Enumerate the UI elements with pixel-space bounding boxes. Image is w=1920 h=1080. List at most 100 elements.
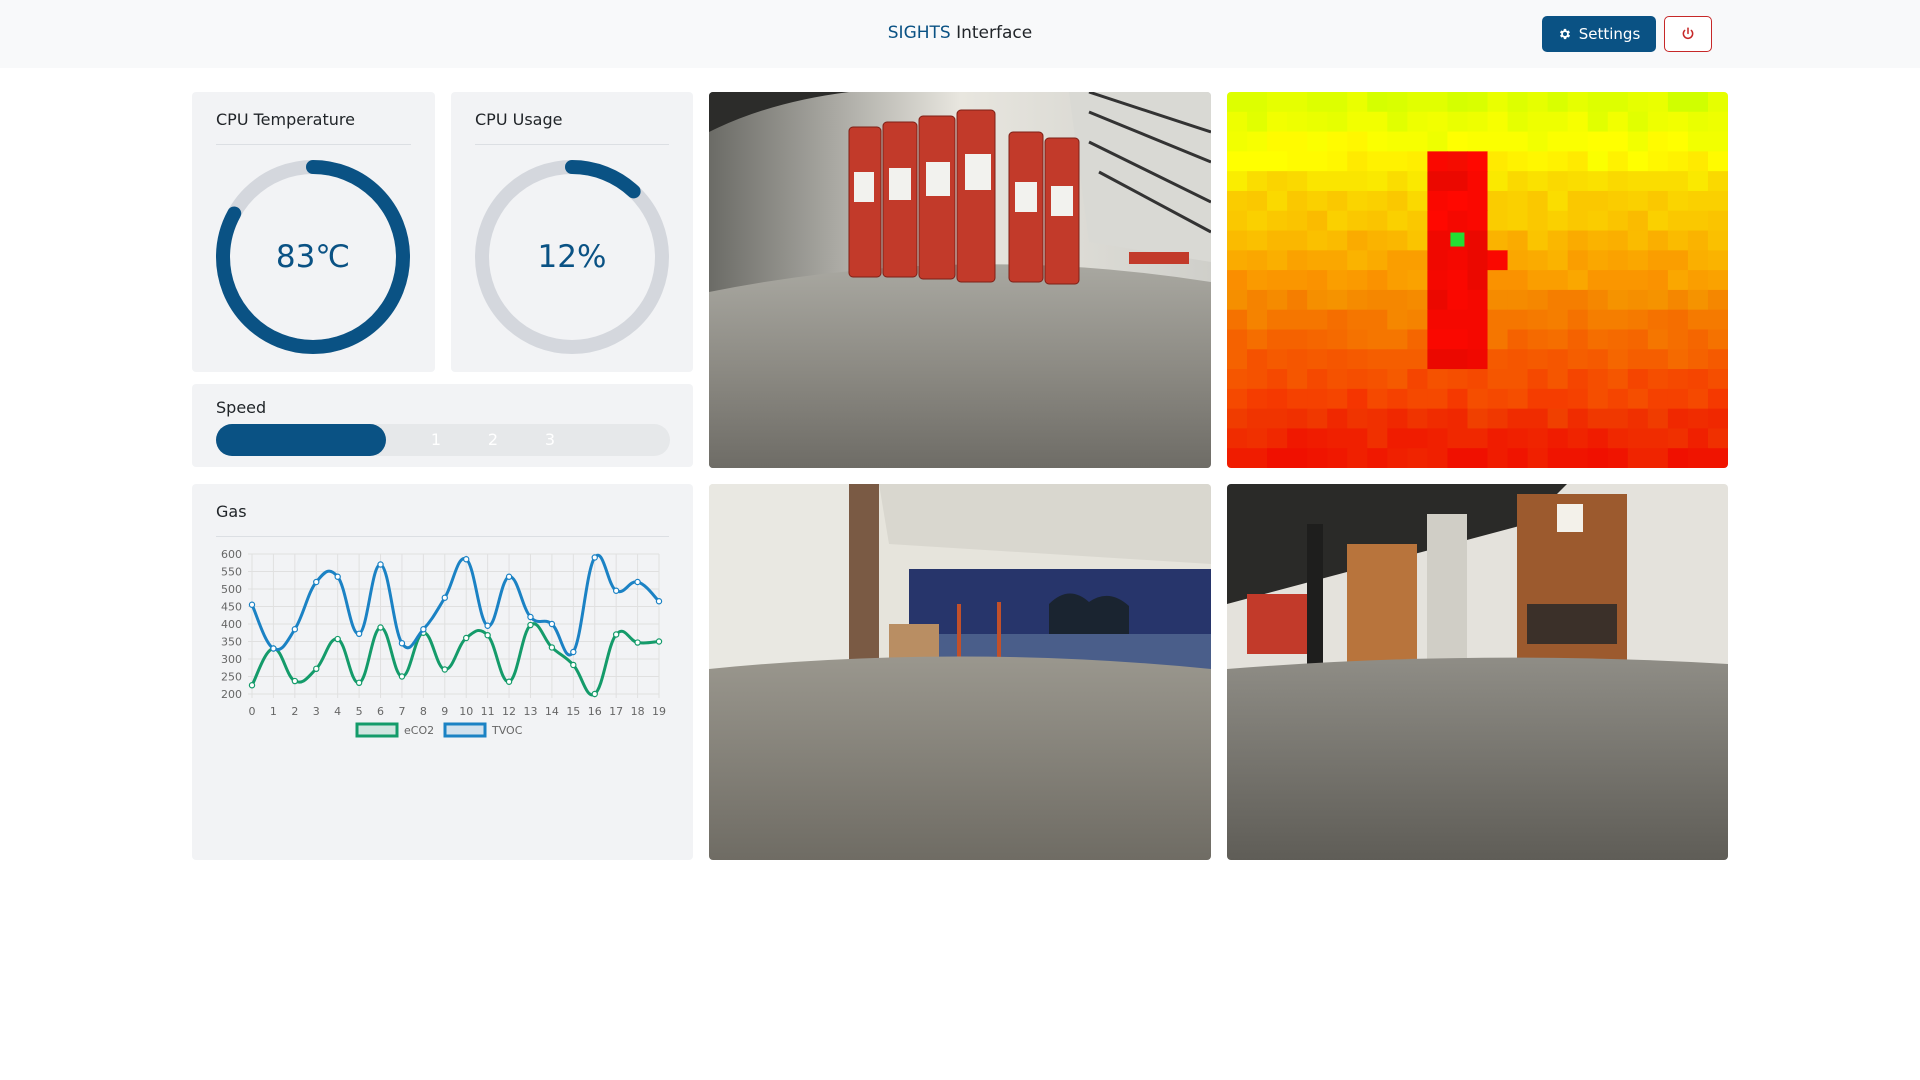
thermal-pixel [1627,92,1649,113]
cpu-usage-panel: CPU Usage 12% [451,92,693,372]
thermal-pixel [1507,210,1529,232]
thermal-pixel [1327,448,1348,468]
data-point [355,630,363,638]
data-point [570,648,577,656]
power-button[interactable] [1664,16,1712,52]
thermal-pixel [1407,428,1428,449]
data-point [505,573,513,580]
speed-slider-fill[interactable] [216,424,386,456]
thermal-pixel [1707,388,1728,410]
thermal-pixel [1527,151,1549,172]
thermal-pixel [1567,151,1589,172]
thermal-pixel [1607,448,1629,468]
thermal-pixel [1327,349,1348,370]
thermal-pixel [1347,369,1368,390]
thermal-pixel [1647,309,1669,330]
thermal-pixel [1547,388,1569,410]
thermal-pixel [1547,171,1569,192]
thermal-pixel [1687,230,1709,251]
thermal-pixel [1427,448,1448,468]
thermal-pixel [1507,230,1529,251]
camera-thermal-feed [1227,92,1728,468]
thermal-pixel [1707,369,1728,390]
data-point [355,679,363,686]
thermal-pixel [1467,448,1489,468]
thermal-pixel [1367,329,1388,350]
thermal-pixel [1347,250,1368,271]
thermal-pixel [1387,448,1408,468]
thermal-pixel [1307,408,1328,429]
thermal-pixel [1367,250,1388,271]
thermal-pixel [1667,151,1689,172]
data-point [570,661,577,669]
speed-level-2[interactable]: 2 [483,424,503,456]
thermal-pixel [1387,210,1408,232]
legend-swatch [443,722,487,738]
thermal-pixel [1487,388,1509,410]
thermal-pixel [1467,329,1489,350]
thermal-pixel [1647,210,1669,232]
thermal-pixel [1467,369,1489,390]
thermal-pixel [1287,349,1308,370]
thermal-pixel [1627,369,1649,390]
thermal-pixel [1367,92,1388,113]
thermal-pixel [1567,270,1589,291]
thermal-pixel [1447,309,1468,330]
data-point [655,598,663,605]
thermal-pixel [1347,309,1368,330]
thermal-pixel [1427,329,1448,350]
thermal-pixel [1247,210,1268,232]
thermal-pixel [1287,190,1308,212]
thermal-pixel [1227,428,1248,449]
thermal-pixel [1267,388,1288,410]
data-point [463,556,470,563]
thermal-pixel [1387,230,1408,251]
thermal-pixel [1427,388,1448,410]
settings-button[interactable]: Settings [1542,16,1656,52]
thermal-pixel [1447,151,1468,172]
thermal-pixel [1447,190,1468,212]
thermal-pixel [1327,210,1348,232]
thermal-pixel [1407,210,1428,232]
thermal-pixel [1487,151,1509,172]
thermal-pixel [1627,388,1649,410]
thermal-pixel [1247,369,1268,390]
thermal-pixel [1707,250,1728,271]
speed-level-3[interactable]: 3 [540,424,560,456]
thermal-pixel [1607,329,1629,350]
power-icon [1682,27,1694,40]
thermal-pixel [1427,250,1448,271]
thermal-pixel [1587,408,1609,429]
thermal-pixel [1627,111,1649,133]
speed-level-1[interactable]: 1 [426,424,446,456]
thermal-pixel [1387,131,1408,152]
thermal-pixel [1487,329,1509,350]
thermal-pixel [1267,448,1288,468]
thermal-pixel [1247,171,1268,192]
thermal-pixel [1487,309,1509,330]
thermal-pixel [1447,349,1468,370]
thermal-pixel [1567,408,1589,429]
thermal-pixel [1487,171,1509,192]
thermal-pixel [1367,309,1388,330]
thermal-pixel [1367,289,1388,311]
thermal-pixel [1667,210,1689,232]
thermal-pixel [1387,329,1408,350]
thermal-pixel [1347,270,1368,291]
thermal-pixel [1367,349,1388,370]
thermal-pixel [1287,131,1308,152]
thermal-pixel [1647,349,1669,370]
thermal-pixel [1347,388,1368,410]
thermal-pixel [1307,131,1328,152]
thermal-pixel [1447,171,1468,192]
x-tick-label: 1 [270,705,277,718]
thermal-pixel [1227,388,1248,410]
thermal-pixel [1547,92,1569,113]
thermal-pixel [1687,171,1709,192]
x-tick-label: 10 [459,705,473,718]
thermal-pixel [1407,388,1428,410]
thermal-pixel [1287,369,1308,390]
thermal-pixel [1607,190,1629,212]
thermal-pixel [1527,408,1549,429]
thermal-pixel [1647,448,1669,468]
